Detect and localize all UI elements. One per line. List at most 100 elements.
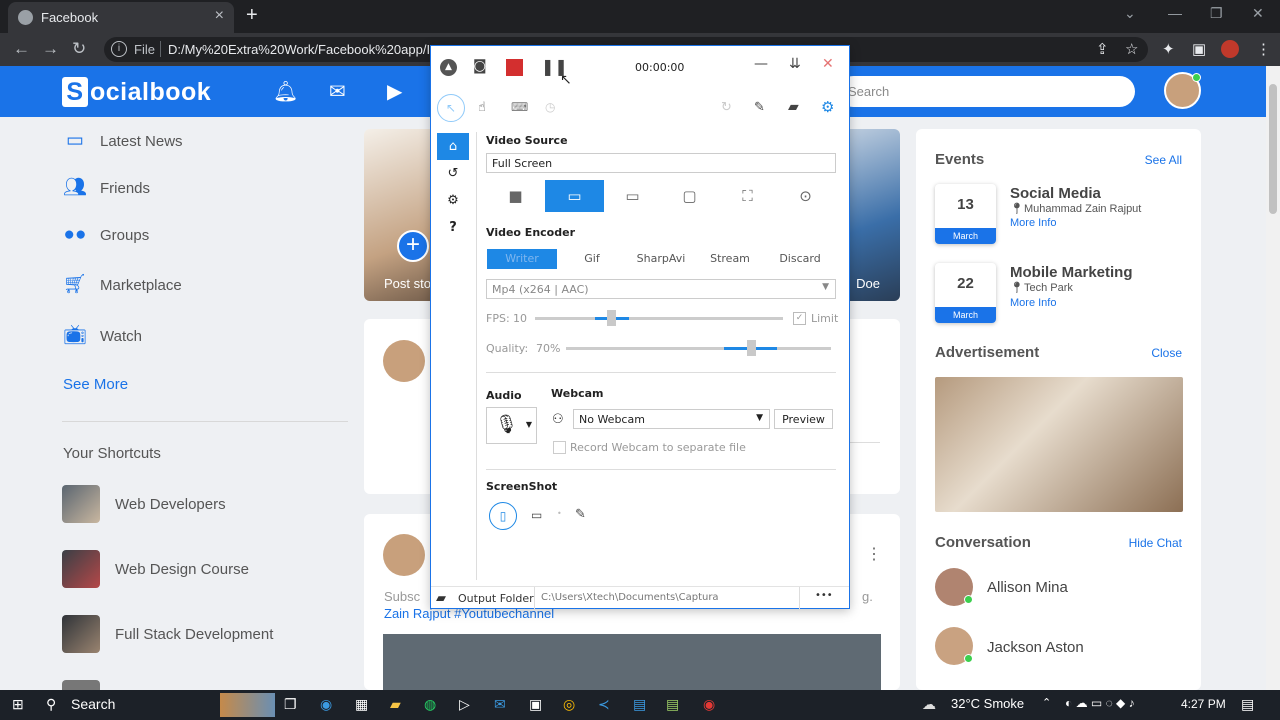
encoder-tab-stream[interactable]: Stream [695,249,765,269]
history-icon[interactable]: ↺ [437,160,469,187]
bell-icon[interactable]: 🔔︎ [273,79,298,104]
see-more-link[interactable]: See More [63,376,128,393]
taskbar-search[interactable]: Search [71,696,115,712]
monitor-source-icon[interactable]: ▭ [603,180,662,212]
show-hidden-icons-icon[interactable]: ⌃ [1042,696,1051,709]
home-icon[interactable]: ⌂ [437,133,469,160]
chrome-icon[interactable]: ◎ [563,696,575,713]
video-source-field[interactable]: Full Screen [486,153,836,173]
save-to-disk-icon[interactable]: ▯ [489,502,517,530]
sidebar-item-marketplace[interactable]: 🛒︎ Marketplace [62,272,182,298]
folder-icon[interactable]: ▰ [788,99,799,115]
encoder-tab-gif[interactable]: Gif [557,249,627,269]
tab-search-icon[interactable]: ⌄ [1124,5,1136,22]
sidebar-item-friends[interactable]: 👥︎ Friends [62,175,150,201]
events-see-all-link[interactable]: See All [1145,153,1182,167]
extensions-puzzle-icon[interactable]: ✦ [1162,40,1175,58]
cursor-toggle-icon[interactable]: ↖ [437,94,465,122]
conversation-avatar[interactable] [935,568,973,606]
output-path-field[interactable]: C:\Users\Xtech\Documents\Captura [534,587,800,609]
event-more-info-link[interactable]: More Info [1010,297,1056,309]
vscode-icon[interactable]: ≺ [598,696,610,713]
search-input[interactable]: Search [838,76,1135,107]
sidepanel-icon[interactable]: ▣ [1192,40,1206,58]
reload-icon[interactable]: ↻ [72,39,86,59]
record-stop-icon[interactable] [506,59,523,76]
app-icon[interactable]: ▤ [633,696,646,713]
limit-checkbox[interactable]: ✓ [793,312,806,325]
sidebar-item-groups[interactable]: ●● Groups [62,222,150,248]
close-window-icon[interactable]: ✕ [1252,5,1264,22]
windows-start-icon[interactable]: ⊞ [12,696,24,713]
profile-icon[interactable] [1221,40,1239,58]
encoder-tab-writer[interactable]: Writer [487,249,557,269]
add-story-icon[interactable]: + [397,230,429,262]
minimize-icon[interactable]: — [754,56,768,72]
keyboard-icon[interactable]: ⌨ [511,100,528,114]
mail-app-icon[interactable]: ✉ [494,696,506,713]
site-logo[interactable]: Socialbook [62,77,211,107]
bookmark-star-icon[interactable]: ☆ [1125,40,1138,58]
page-scrollbar[interactable] [1266,66,1280,690]
refresh-icon[interactable]: ↻ [721,100,732,115]
quality-slider-thumb[interactable] [747,340,756,356]
advertisement-image[interactable] [935,377,1183,512]
info-icon[interactable]: i [111,41,127,57]
video-icon[interactable]: ▶ [387,79,402,104]
record-webcam-checkbox[interactable] [553,441,566,454]
conversation-name[interactable]: Jackson Aston [987,639,1084,656]
post-options-icon[interactable]: ⋮ [866,544,882,564]
sidebar-item-latest-news[interactable]: ▭ Latest News [62,128,183,154]
forward-arrow-icon[interactable]: → [42,39,59,59]
shortcut-item[interactable]: Full Stack Development [62,615,273,653]
event-more-info-link[interactable]: More Info [1010,217,1056,229]
shortcut-item[interactable]: Web Developers [62,485,226,523]
restore-window-icon[interactable]: ❐ [1210,5,1223,22]
edge-icon[interactable]: ◉ [320,696,332,713]
clipboard-icon[interactable]: ▭ [531,508,542,522]
avatar[interactable] [1164,72,1201,109]
shortcut-item[interactable]: Web Design Course [62,550,249,588]
tray-icons[interactable]: ◐ ☁ ▭ ◌ ◆ ♪ [1065,696,1135,710]
task-view-icon[interactable]: ❐ [284,696,297,713]
back-arrow-icon[interactable]: ← [13,39,30,59]
clock-time[interactable]: 4:27 PM [1181,697,1226,711]
pencil-icon[interactable]: ✎ [575,507,586,522]
help-icon[interactable]: ? [437,214,469,241]
camera-icon[interactable]: ◙ [473,58,487,74]
search-icon[interactable]: ⚲ [46,696,56,713]
window-source-icon[interactable]: ▢ [660,180,719,212]
whatsapp-icon[interactable]: ◍ [424,696,436,713]
recording-icon[interactable]: ◉ [703,696,715,713]
captura-taskbar-icon[interactable]: ▤ [666,696,679,713]
minimize-window-icon[interactable]: — [1168,5,1182,21]
webcam-dropdown[interactable]: No Webcam ▼ [573,409,770,429]
audio-source-button[interactable]: 🎙︎ ▼ [486,407,537,444]
browser-tab[interactable]: Facebook × [8,2,234,33]
codec-dropdown[interactable]: Mp4 (x264 | AAC) ▼ [486,279,836,299]
hand-click-icon[interactable]: ☝ [478,100,486,115]
timer-icon[interactable]: ◷ [545,100,555,114]
hide-chat-link[interactable]: Hide Chat [1129,536,1182,550]
encoder-tab-discard[interactable]: Discard [765,249,835,269]
browser-menu-icon[interactable]: ⋮ [1256,40,1271,58]
weather-text[interactable]: 32°C Smoke [951,696,1024,711]
fps-slider-track[interactable] [535,317,783,320]
brush-icon[interactable]: ✎ [754,100,765,115]
store-icon[interactable]: ▦ [355,696,368,713]
encoder-tab-sharpavi[interactable]: SharpAvi [626,249,696,269]
close-tab-icon[interactable]: × [215,7,224,25]
media-player-icon[interactable]: ▷ [459,696,470,713]
settings-gear-icon[interactable]: ⚙ [821,98,834,116]
scrollbar-thumb[interactable] [1269,84,1277,214]
fps-slider-thumb[interactable] [607,310,616,326]
mail-icon[interactable]: ✉ [329,79,346,104]
share-icon[interactable]: ⇪ [1096,40,1109,58]
preview-button[interactable]: Preview [774,409,833,429]
region-source-icon[interactable]: ⛶ [718,180,777,212]
gamepad-source-icon[interactable]: ⊙ [776,180,835,212]
advertisement-close-link[interactable]: Close [1151,346,1182,360]
output-folder-label[interactable]: Output Folder [458,592,534,605]
new-tab-button[interactable]: + [246,4,258,27]
close-icon[interactable]: ✕ [822,56,834,72]
